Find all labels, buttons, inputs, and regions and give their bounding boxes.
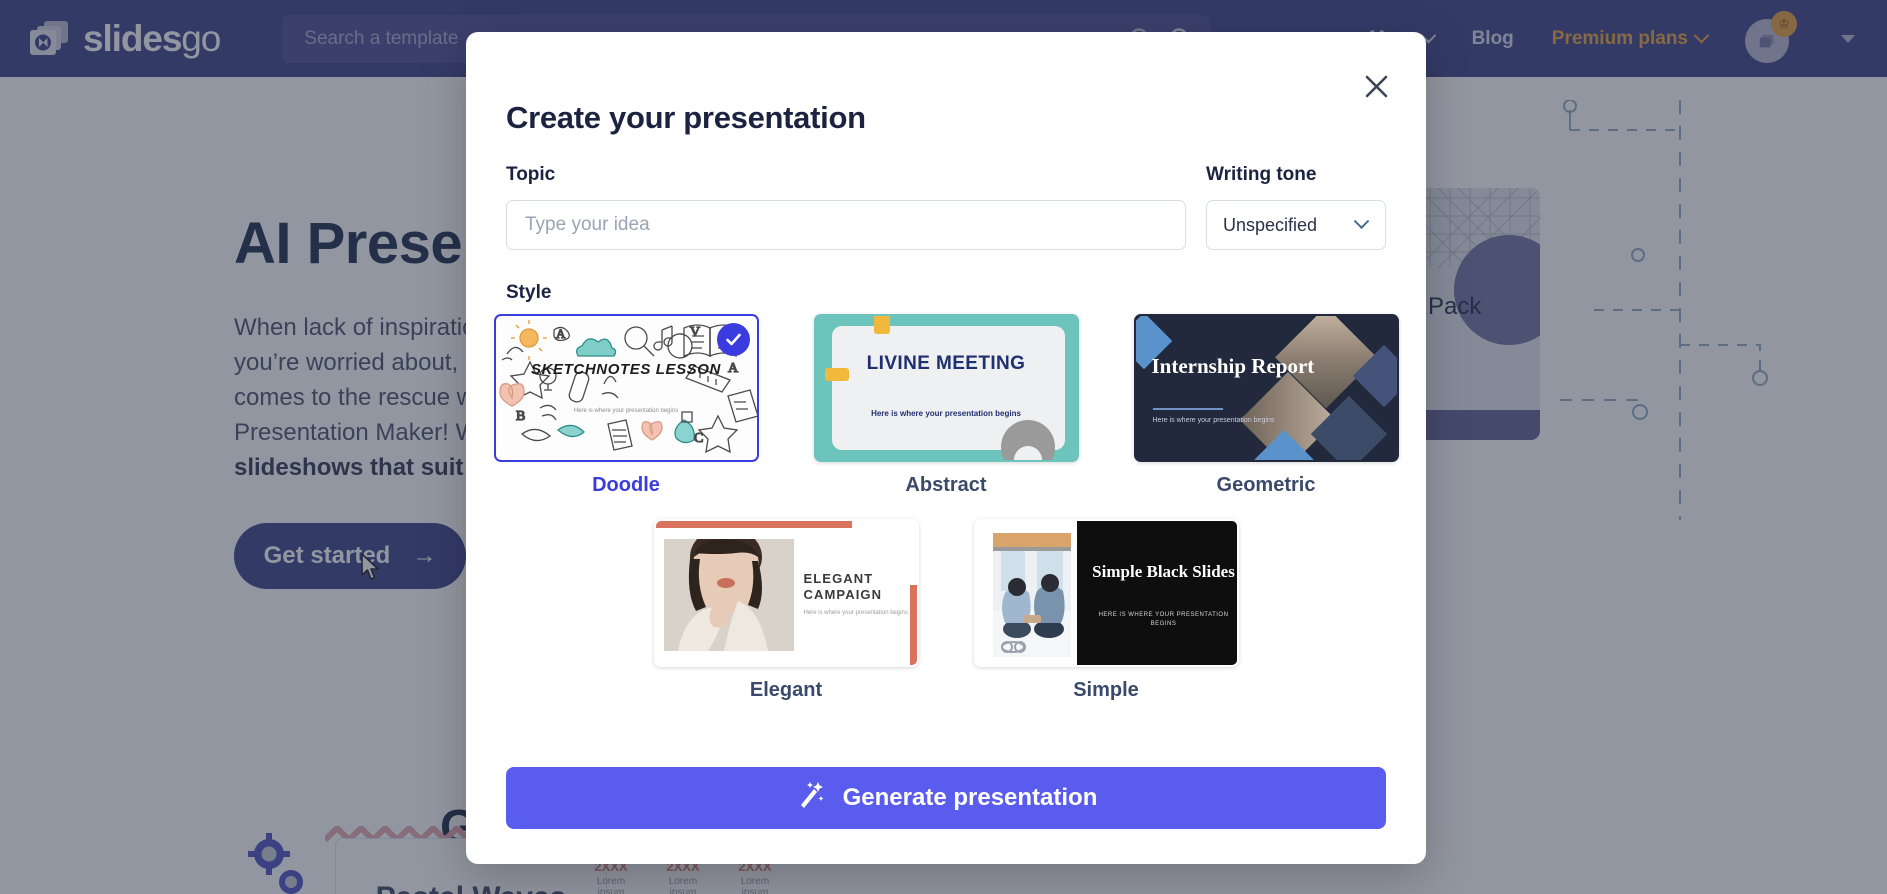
style-label: Style <box>506 282 551 304</box>
preview-title: ELEGANT CAMPAIGN <box>804 571 914 603</box>
style-card-doodle[interactable]: A A B C V SKETCHNOTES LESSON Here is whe… <box>494 314 759 497</box>
form-fields: Topic Writing tone Unspecified <box>506 164 1386 250</box>
style-preview-elegant: ELEGANT CAMPAIGN Here is where your pres… <box>654 519 919 667</box>
preview-title: Simple Black Slides <box>1089 561 1239 582</box>
style-name-doodle: Doodle <box>494 474 759 497</box>
yellow-tab-top <box>874 316 890 334</box>
topic-input[interactable] <box>506 200 1186 250</box>
chevron-down-icon <box>1354 213 1370 229</box>
topic-field: Topic <box>506 164 1186 250</box>
preview-subtitle: Here is where your presentation begins <box>816 408 1077 419</box>
style-name-geometric: Geometric <box>1134 474 1399 497</box>
style-row: A A B C V SKETCHNOTES LESSON Here is whe… <box>506 314 1386 497</box>
writing-tone-label: Writing tone <box>1206 164 1386 186</box>
style-row: ELEGANT CAMPAIGN Here is where your pres… <box>506 519 1386 702</box>
style-card-abstract[interactable]: LIVINE MEETING Here is where your presen… <box>814 314 1079 497</box>
create-presentation-modal: Create your presentation Topic Writing t… <box>466 32 1426 864</box>
writing-tone-field: Writing tone Unspecified <box>1206 164 1386 250</box>
style-preview-doodle: A A B C V SKETCHNOTES LESSON Here is whe… <box>494 314 759 462</box>
writing-tone-select[interactable]: Unspecified <box>1206 200 1386 250</box>
svg-text:V: V <box>690 325 700 340</box>
svg-text:A: A <box>556 326 566 341</box>
style-preview-geometric: Internship Report Here is where your pre… <box>1134 314 1399 462</box>
generate-label: Generate presentation <box>843 784 1098 812</box>
close-icon[interactable] <box>1358 68 1394 104</box>
writing-tone-value: Unspecified <box>1223 215 1317 236</box>
style-name-simple: Simple <box>974 679 1239 702</box>
top-accent-bar <box>656 521 852 528</box>
modal-title: Create your presentation <box>506 100 866 136</box>
style-name-elegant: Elegant <box>654 679 919 702</box>
title-underline <box>1153 408 1223 410</box>
svg-text:C: C <box>694 431 703 446</box>
preview-subtitle: Here is where your presentation begins <box>496 408 757 414</box>
black-panel <box>1077 521 1237 665</box>
preview-title: LIVINE MEETING <box>816 352 1077 375</box>
workspace-photo <box>993 533 1071 657</box>
portrait-photo <box>664 539 794 651</box>
style-preview-simple: Simple Black Slides HERE IS WHERE YOUR P… <box>974 519 1239 667</box>
preview-subtitle: HERE IS WHERE YOUR PRESENTATION BEGINS <box>1089 611 1239 629</box>
preview-subtitle: Here is where your presentation begins <box>804 609 914 617</box>
preview-title: Internship Report <box>1152 354 1315 378</box>
geometric-shapes <box>1136 316 1397 460</box>
preview-subtitle: Here is where your presentation begins <box>1153 416 1275 426</box>
style-card-simple[interactable]: Simple Black Slides HERE IS WHERE YOUR P… <box>974 519 1239 702</box>
topic-label: Topic <box>506 164 1186 186</box>
style-card-geometric[interactable]: Internship Report Here is where your pre… <box>1134 314 1399 497</box>
style-preview-abstract: LIVINE MEETING Here is where your presen… <box>814 314 1079 462</box>
preview-title: SKETCHNOTES LESSON <box>496 360 757 379</box>
generate-presentation-button[interactable]: Generate presentation <box>506 767 1386 829</box>
style-grid: A A B C V SKETCHNOTES LESSON Here is whe… <box>506 314 1386 702</box>
page-root: slidesgo Search a template More Blog <box>0 0 1887 894</box>
style-card-elegant[interactable]: ELEGANT CAMPAIGN Here is where your pres… <box>654 519 919 702</box>
style-name-abstract: Abstract <box>814 474 1079 497</box>
check-icon <box>717 323 750 356</box>
magic-wand-icon <box>795 780 825 817</box>
